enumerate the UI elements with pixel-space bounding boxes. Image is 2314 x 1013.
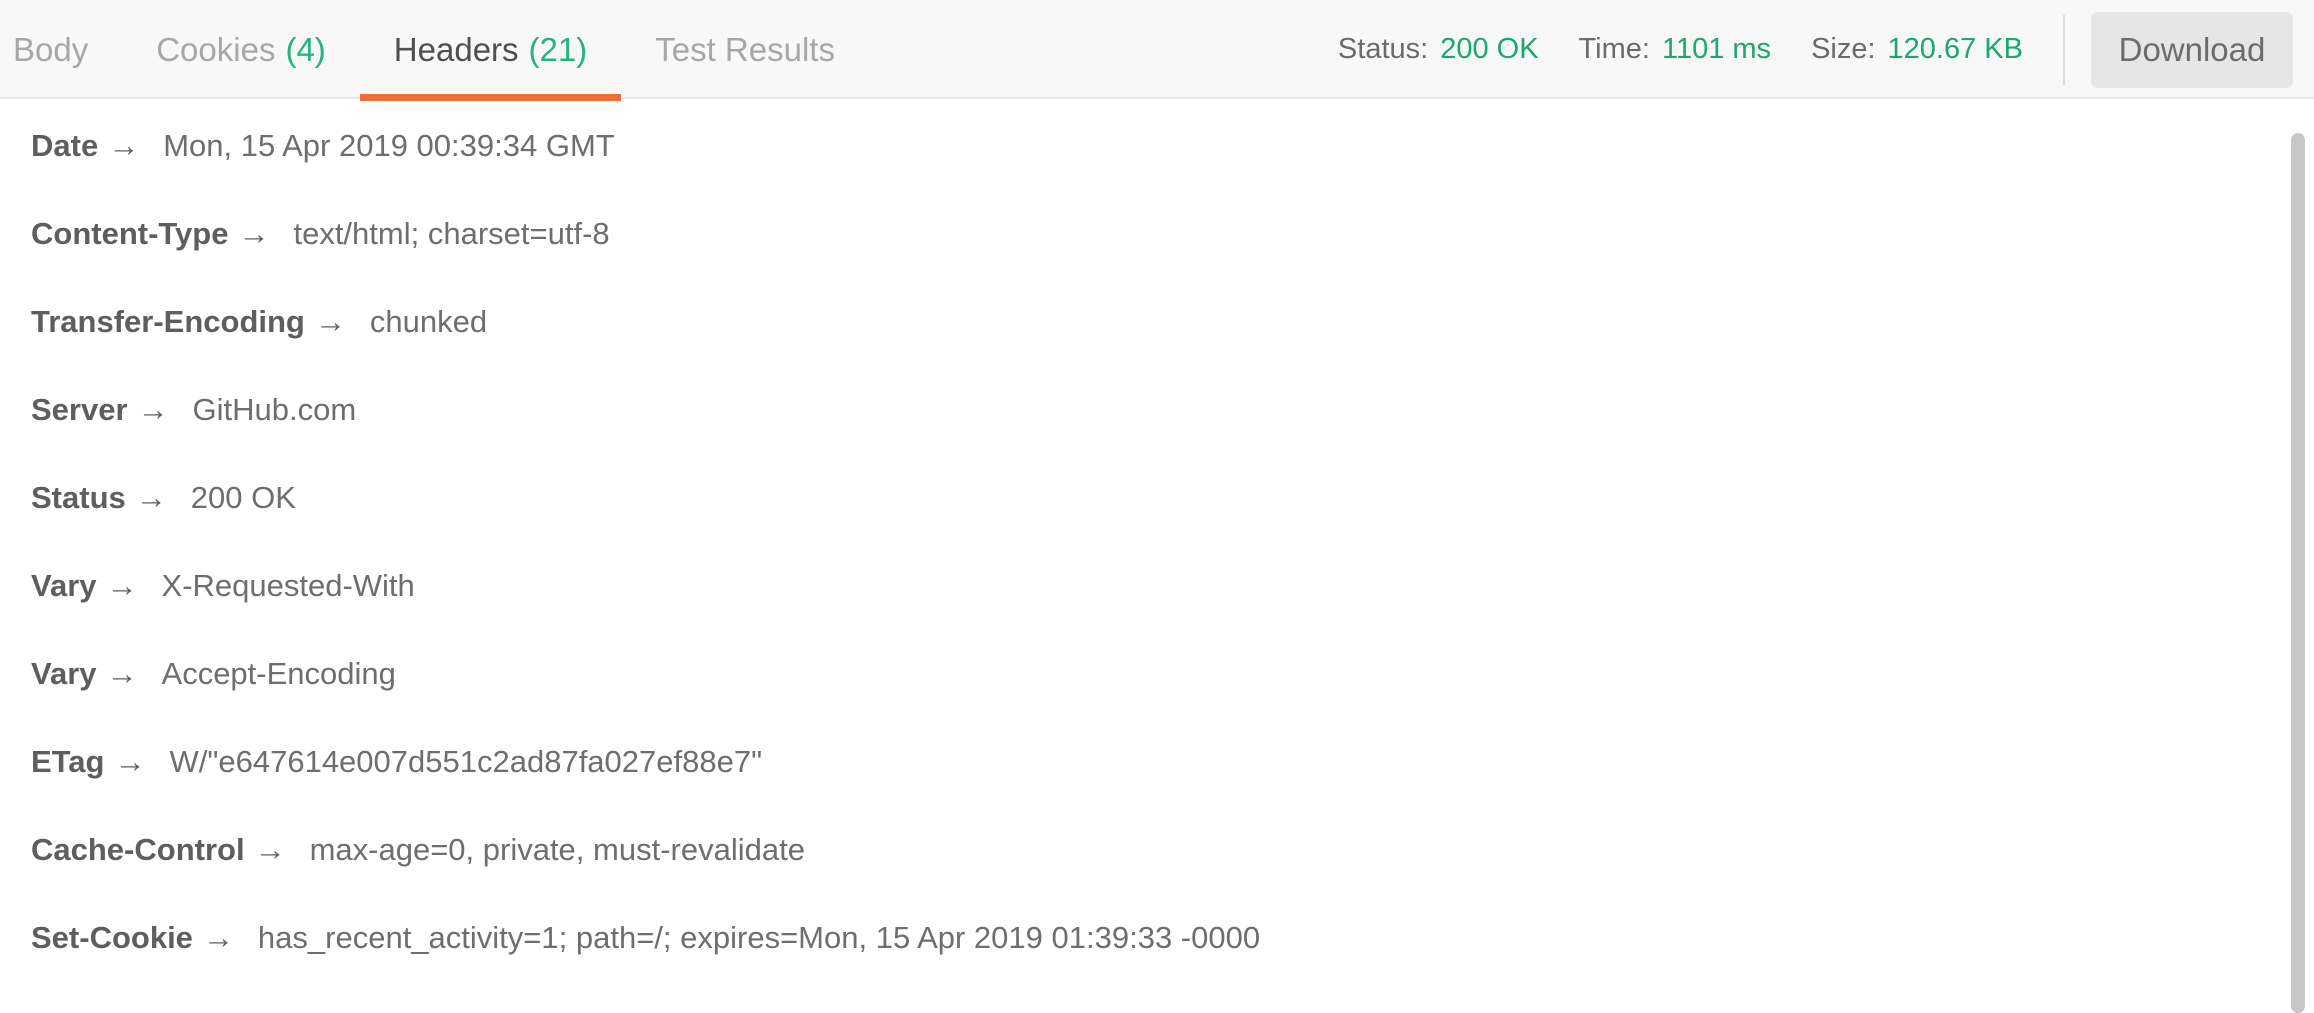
size-label: Size: bbox=[1811, 33, 1876, 65]
header-key: Date bbox=[31, 128, 99, 163]
header-value: text/html; charset=utf-8 bbox=[293, 216, 610, 251]
header-value: X-Requested-With bbox=[161, 568, 415, 603]
tab-count-badge: (4) bbox=[285, 30, 326, 68]
response-meta: Status: 200 OK Time: 1101 ms Size: 120.6… bbox=[1338, 0, 2314, 99]
header-row: Vary → Accept-Encoding bbox=[31, 630, 2261, 718]
header-row: Cache-Control → max-age=0, private, must… bbox=[31, 806, 2261, 894]
header-value: 200 OK bbox=[190, 480, 296, 515]
vertical-scrollbar[interactable] bbox=[2288, 101, 2314, 1013]
status-label: Status: bbox=[1337, 33, 1429, 65]
time-metric[interactable]: Time: 1101 ms bbox=[1579, 33, 1772, 66]
header-row: Date → Mon, 15 Apr 2019 00:39:34 GMT bbox=[31, 102, 2261, 190]
tab-headers[interactable]: Headers (21) bbox=[359, 0, 622, 101]
arrow-icon: → bbox=[202, 920, 234, 955]
headers-list: Date → Mon, 15 Apr 2019 00:39:34 GMT Con… bbox=[31, 102, 2261, 982]
header-key: Server bbox=[31, 392, 128, 427]
status-value: 200 OK bbox=[1440, 33, 1539, 65]
arrow-icon: → bbox=[135, 480, 167, 515]
tab-count-badge: (21) bbox=[528, 30, 588, 68]
tab-test-results[interactable]: Test Results bbox=[621, 0, 869, 99]
header-key: ETag bbox=[31, 744, 105, 779]
tab-label: Headers bbox=[393, 30, 519, 68]
header-row: Set-Cookie → has_recent_activity=1; path… bbox=[31, 894, 2261, 982]
size-value: 120.67 KB bbox=[1887, 33, 2023, 65]
header-key: Transfer-Encoding bbox=[31, 304, 305, 339]
arrow-icon: → bbox=[108, 128, 140, 163]
tab-label: Body bbox=[13, 30, 89, 68]
tab-label: Test Results bbox=[655, 30, 835, 68]
header-key: Status bbox=[31, 480, 126, 515]
header-value: Accept-Encoding bbox=[161, 656, 396, 691]
arrow-icon: → bbox=[238, 216, 270, 251]
header-key: Content-Type bbox=[31, 216, 229, 251]
arrow-icon: → bbox=[106, 656, 138, 691]
header-value: Mon, 15 Apr 2019 00:39:34 GMT bbox=[163, 128, 615, 163]
status-metric[interactable]: Status: 200 OK bbox=[1338, 33, 1539, 66]
header-value: chunked bbox=[369, 304, 488, 339]
arrow-icon: → bbox=[137, 392, 169, 427]
tab-cookies[interactable]: Cookies (4) bbox=[122, 0, 360, 99]
size-metric[interactable]: Size: 120.67 KB bbox=[1811, 33, 2023, 66]
header-row: Server → GitHub.com bbox=[31, 366, 2261, 454]
tab-body[interactable]: Body bbox=[0, 0, 122, 99]
arrow-icon: → bbox=[106, 568, 138, 603]
header-value: W/"e647614e007d551c2ad87fa027ef88e7" bbox=[169, 744, 763, 779]
toolbar-divider bbox=[2063, 14, 2065, 85]
arrow-icon: → bbox=[254, 832, 286, 867]
header-key: Vary bbox=[31, 656, 97, 691]
header-row: Vary → X-Requested-With bbox=[31, 542, 2261, 630]
time-label: Time: bbox=[1578, 33, 1650, 65]
header-value: max-age=0, private, must-revalidate bbox=[309, 832, 805, 867]
download-button[interactable]: Download bbox=[2091, 11, 2293, 88]
header-row: ETag → W/"e647614e007d551c2ad87fa027ef88… bbox=[31, 718, 2261, 806]
header-value: GitHub.com bbox=[192, 392, 357, 427]
header-key: Set-Cookie bbox=[31, 920, 193, 955]
response-tabs: Body Cookies (4) Headers (21) Test Resul… bbox=[0, 0, 869, 101]
header-row: Status → 200 OK bbox=[31, 454, 2261, 542]
arrow-icon: → bbox=[114, 744, 146, 779]
header-row: Transfer-Encoding → chunked bbox=[31, 278, 2261, 366]
scrollbar-thumb[interactable] bbox=[2291, 133, 2305, 1013]
response-toolbar: Body Cookies (4) Headers (21) Test Resul… bbox=[0, 0, 2314, 101]
header-value: has_recent_activity=1; path=/; expires=M… bbox=[257, 920, 1261, 955]
header-row: Content-Type → text/html; charset=utf-8 bbox=[31, 190, 2261, 278]
header-key: Cache-Control bbox=[31, 832, 245, 867]
header-key: Vary bbox=[31, 568, 97, 603]
time-value: 1101 ms bbox=[1661, 33, 1772, 65]
tab-label: Cookies bbox=[156, 30, 276, 68]
arrow-icon: → bbox=[314, 304, 346, 339]
